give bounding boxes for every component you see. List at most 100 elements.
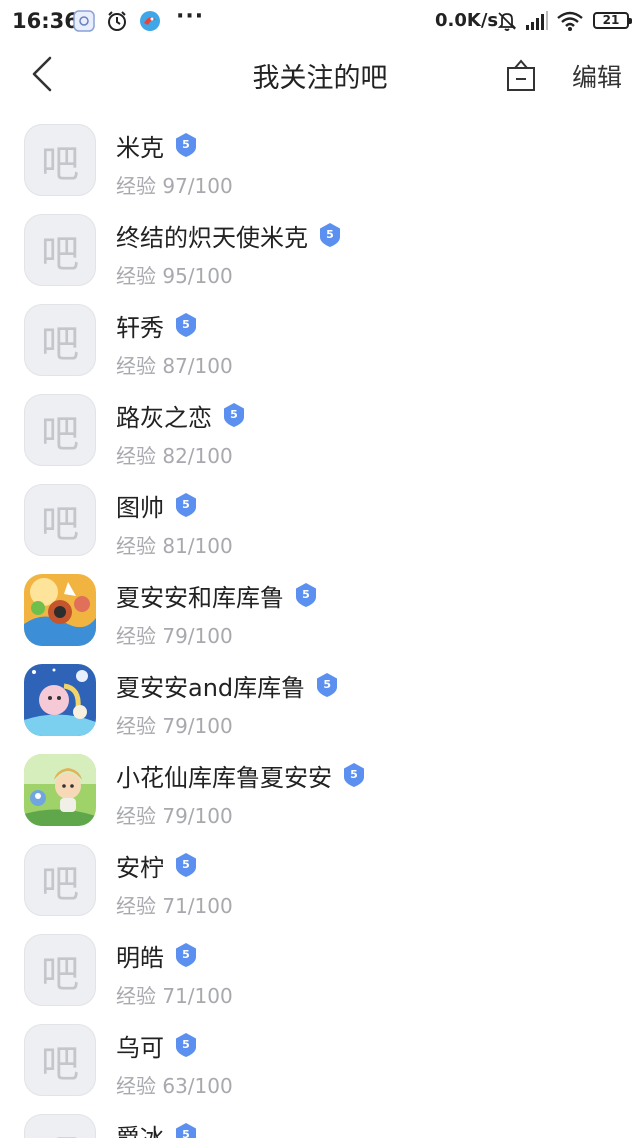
signal-icon: [524, 8, 550, 34]
forum-name-row: 终结的炽天使米克 5: [116, 218, 342, 252]
forum-name-row: 米克 5: [116, 128, 198, 162]
level-badge-icon: 5: [174, 1032, 198, 1058]
forum-name-row: 爵冰 5: [116, 1118, 198, 1138]
level-number: 5: [182, 137, 190, 151]
forum-list-item[interactable]: 吧 爵冰 5: [0, 1096, 640, 1138]
forum-exp: 经验 71/100: [116, 894, 233, 918]
avatar-placeholder-glyph: 吧: [40, 1041, 79, 1086]
level-number: 5: [182, 947, 190, 961]
forum-name-row: 夏安安and库库鲁 5: [116, 668, 339, 702]
forum-name: 爵冰: [116, 1123, 164, 1138]
level-badge-icon: 5: [174, 492, 198, 518]
level-number: 5: [350, 767, 358, 781]
battery-level: 21: [602, 13, 620, 27]
followed-forums-list: 吧米克 5 经验 97/100 吧终结的炽天使米克 5 经验 95/100 吧轩秀 5 经验 8…: [0, 106, 640, 1138]
page-title: 我关注的吧: [252, 63, 388, 94]
forum-avatar-placeholder: 吧: [24, 1114, 96, 1138]
forum-name: 小花仙库库鲁夏安安: [116, 763, 332, 792]
forum-exp: 经验 87/100: [116, 354, 233, 378]
forum-exp: 经验 82/100: [116, 444, 233, 468]
forum-avatar-placeholder: 吧: [24, 1024, 96, 1096]
alarm-icon: [105, 8, 129, 34]
forum-avatar-placeholder: 吧: [24, 844, 96, 916]
level-badge-icon: 5: [294, 582, 318, 608]
edit-button[interactable]: 编辑: [572, 58, 622, 94]
level-badge-icon: 5: [174, 942, 198, 968]
forum-name-row: 小花仙库库鲁夏安安 5: [116, 758, 366, 792]
level-number: 5: [182, 317, 190, 331]
forum-avatar-image: [24, 574, 96, 646]
level-badge-icon: 5: [174, 132, 198, 158]
level-number: 5: [182, 1037, 190, 1051]
level-badge-icon: 5: [342, 762, 366, 788]
level-badge-icon: 5: [315, 672, 339, 698]
forum-avatar-placeholder: 吧: [24, 304, 96, 376]
forum-avatar-image: [24, 754, 96, 826]
forum-name: 夏安安和库库鲁: [116, 583, 284, 612]
forum-exp: 经验 97/100: [116, 174, 233, 198]
level-badge-icon: 5: [174, 852, 198, 878]
wifi-icon: [556, 8, 584, 34]
forum-name: 路灰之恋: [116, 403, 212, 432]
forum-list-item[interactable]: 吧 乌可 5 经验 63/100: [0, 1006, 640, 1098]
forum-name: 轩秀: [116, 313, 164, 342]
level-number: 5: [323, 677, 331, 691]
forum-list-item[interactable]: 夏安安和库库鲁 5 经验 79/100: [0, 556, 640, 648]
forum-list-item[interactable]: 小花仙库库鲁夏安安 5 经验 79/100: [0, 736, 640, 828]
level-number: 5: [182, 497, 190, 511]
forum-name-row: 安柠 5: [116, 848, 198, 882]
forum-name: 米克: [116, 133, 164, 162]
avatar-placeholder-glyph: 吧: [40, 501, 79, 546]
notification-app-icon: [72, 8, 96, 34]
forum-name: 安柠: [116, 853, 164, 882]
level-number: 5: [326, 227, 334, 241]
forum-list-item[interactable]: 吧 安柠 5 经验 71/100: [0, 826, 640, 918]
forum-list-item[interactable]: 吧 明皓 5 经验 71/100: [0, 916, 640, 1008]
level-number: 5: [182, 857, 190, 871]
level-badge-icon: 5: [318, 222, 342, 248]
forum-exp: 经验 79/100: [116, 714, 233, 738]
forum-exp: 经验 63/100: [116, 1074, 233, 1098]
forum-list-item[interactable]: 吧 轩秀 5 经验 87/100: [0, 286, 640, 378]
network-speed: 0.0K/s: [435, 10, 499, 31]
forum-list-item[interactable]: 吧 路灰之恋 5 经验 82/100: [0, 376, 640, 468]
sort-button[interactable]: [500, 54, 542, 96]
forum-name-row: 路灰之恋 5: [116, 398, 246, 432]
forum-avatar-placeholder: 吧: [24, 934, 96, 1006]
more-dots-icon: ···: [176, 4, 205, 29]
forum-name: 终结的炽天使米克: [116, 223, 308, 252]
level-number: 5: [302, 587, 310, 601]
level-number: 5: [182, 1127, 190, 1138]
status-time: 16:36: [12, 9, 79, 33]
level-number: 5: [230, 407, 238, 421]
forum-avatar-image: [24, 664, 96, 736]
header-bar: 我关注的吧 编辑: [0, 42, 640, 106]
forum-name: 夏安安and库库鲁: [116, 673, 306, 702]
forum-list-item[interactable]: 吧 图帅 5 经验 81/100: [0, 466, 640, 558]
status-bar: 16:36 ··· 0.0K/s 21: [0, 0, 640, 42]
forum-name-row: 轩秀 5: [116, 308, 198, 342]
forum-name: 乌可: [116, 1033, 164, 1062]
forum-name-row: 图帅 5: [116, 488, 198, 522]
forum-exp: 经验 79/100: [116, 624, 233, 648]
avatar-placeholder-glyph: 吧: [41, 1123, 79, 1138]
avatar-placeholder-glyph: 吧: [40, 861, 79, 906]
forum-exp: 经验 95/100: [116, 264, 233, 288]
forum-avatar-placeholder: 吧: [24, 124, 96, 196]
forum-name-row: 夏安安和库库鲁 5: [116, 578, 318, 612]
app-bird-icon: [138, 8, 162, 34]
forum-avatar-placeholder: 吧: [24, 394, 96, 466]
forum-name: 明皓: [116, 943, 164, 972]
forum-list-item[interactable]: 夏安安and库库鲁 5 经验 79/100: [0, 646, 640, 738]
avatar-placeholder-glyph: 吧: [40, 141, 79, 186]
battery-icon: 21: [593, 12, 632, 29]
level-badge-icon: 5: [222, 402, 246, 428]
avatar-placeholder-glyph: 吧: [40, 951, 79, 996]
forum-list-item[interactable]: 吧 终结的炽天使米克 5 经验 95/100: [0, 196, 640, 288]
forum-list-item[interactable]: 吧 米克 5 经验 97/100: [0, 106, 640, 198]
forum-exp: 经验 79/100: [116, 804, 233, 828]
avatar-placeholder-glyph: 吧: [40, 231, 79, 276]
mute-icon: [496, 8, 518, 34]
forum-name: 图帅: [116, 493, 164, 522]
avatar-placeholder-glyph: 吧: [40, 321, 79, 366]
